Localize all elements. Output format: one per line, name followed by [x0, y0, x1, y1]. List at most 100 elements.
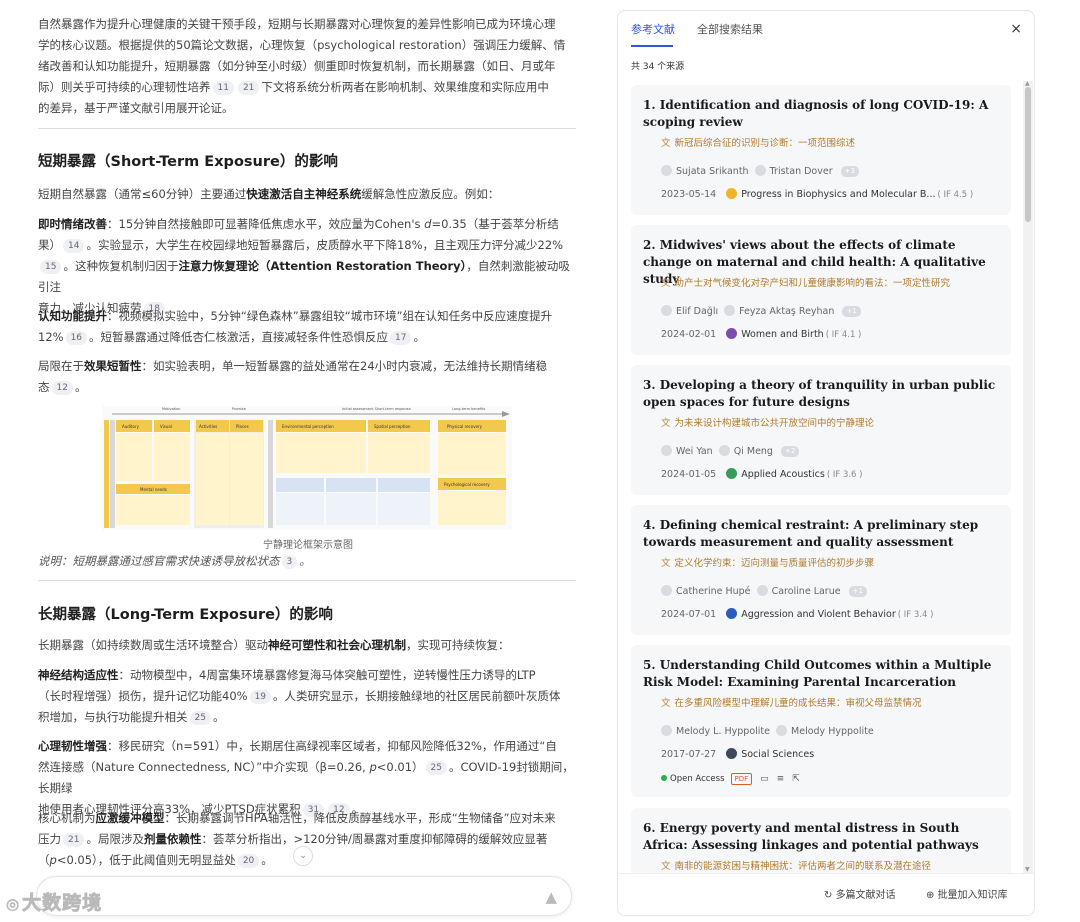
fig-header-promise: Promise	[232, 407, 246, 411]
author-name[interactable]: Caroline Larue	[772, 586, 841, 597]
author-name[interactable]: Catherine Hupé	[676, 586, 751, 597]
citation-badge[interactable]: 19	[249, 690, 272, 704]
reference-card[interactable]: 1. Identification and diagnosis of long …	[631, 85, 1011, 215]
journal-name[interactable]: Women and Birth	[741, 329, 824, 340]
citation-badge[interactable]: 20	[237, 854, 260, 868]
reference-meta: 2023-05-14 Progress in Biophysics and Mol…	[661, 188, 973, 200]
author-name[interactable]: Melody Hyppolite	[791, 726, 874, 737]
citation-badge[interactable]: 14	[63, 239, 85, 253]
framework-diagram: Motivation Promise Initial assessment Sh…	[102, 406, 512, 530]
reference-translation: 文南非的能源贫困与精神困扰：评估两者之间的联系及潜在途径	[661, 861, 932, 872]
reference-title[interactable]: 1. Identification and diagnosis of long …	[643, 97, 999, 131]
author-name[interactable]: Wei Yan	[676, 446, 713, 457]
answer-pane: 自然暴露作为提升心理健康的关键干预手段，短期与长期暴露对心理恢复的差异性影响已成…	[0, 0, 600, 922]
publish-date: 2024-01-05	[661, 469, 717, 480]
journal-name[interactable]: Social Sciences	[741, 749, 814, 760]
reference-title[interactable]: 5. Understanding Child Outcomes within a…	[643, 657, 999, 691]
author-avatar-icon	[661, 165, 672, 176]
translate-icon: 文	[661, 278, 671, 289]
open-access-dot-icon	[661, 775, 667, 781]
more-authors-badge[interactable]: +1	[848, 586, 867, 597]
short-lead: 短期自然暴露（通常≤60分钟）主要通过快速激活自主神经系统缓解急性应激反应。例如…	[38, 187, 500, 201]
citation-badge[interactable]: 17	[390, 331, 412, 345]
multi-doc-chat-button[interactable]: ↻ 多篇文献对话	[824, 886, 896, 906]
references-panel: 参考文献 全部搜索结果 × 共 34 个来源 1. Identification…	[617, 10, 1035, 916]
translate-icon: 文	[661, 138, 671, 149]
publish-date: 2024-07-01	[661, 609, 717, 620]
more-authors-badge[interactable]: +1	[842, 306, 861, 317]
author-avatar-icon	[661, 445, 672, 456]
scrollbar[interactable]: ▲ ▼	[1023, 80, 1033, 873]
impact-factor: ( IF 4.5 )	[937, 190, 974, 200]
author-name[interactable]: Elif Dağlı	[676, 306, 718, 317]
scrollbar-thumb[interactable]	[1025, 87, 1031, 222]
author-name[interactable]: Feyza Aktaş Reyhan	[739, 306, 834, 317]
figure-caption: 宁静理论框架示意图	[263, 540, 353, 551]
reference-meta: 2017-07-27 Social Sciences	[661, 748, 816, 760]
reference-card[interactable]: 5. Understanding Child Outcomes within a…	[631, 645, 1011, 797]
reference-card[interactable]: 2. Midwives' views about the effects of …	[631, 225, 1011, 355]
citation-badge[interactable]: 11	[212, 81, 234, 95]
journal-name[interactable]: Progress in Biophysics and Molecular B..…	[741, 189, 935, 200]
citation-badge[interactable]: 15	[40, 260, 62, 274]
journal-name[interactable]: Aggression and Violent Behavior	[741, 609, 896, 620]
author-name[interactable]: Tristan Dover	[770, 166, 833, 177]
cite-icon[interactable]: ≡	[777, 774, 785, 784]
publish-date: 2017-07-27	[661, 749, 717, 760]
add-to-knowledge-base-button[interactable]: ⊕ 批量加入知识库	[926, 886, 1008, 906]
chat-input[interactable]: ▲	[36, 876, 572, 916]
citation-badge[interactable]: 25	[189, 711, 211, 725]
reference-translation: 文定义化学约束：迈向测量与质量评估的初步步骤	[661, 558, 875, 569]
close-icon[interactable]: ×	[1010, 21, 1022, 37]
author-name[interactable]: Sujata Srikanth	[676, 166, 749, 177]
tab-references[interactable]: 参考文献	[631, 21, 675, 37]
fig-header-long: Long-term benefits	[452, 407, 485, 411]
reference-card[interactable]: 3. Developing a theory of tranquility in…	[631, 365, 1011, 495]
citation-badge[interactable]: 25	[425, 761, 447, 775]
reference-translation: 文为未来设计构建城市公共开放空间中的宁静理论	[661, 418, 875, 429]
watermark-logo-icon: ◎	[6, 895, 21, 914]
send-icon[interactable]: ▲	[545, 888, 557, 906]
panel-footer: ↻ 多篇文献对话 ⊕ 批量加入知识库	[618, 873, 1034, 915]
citation-badge[interactable]: 16	[65, 331, 88, 345]
reference-title[interactable]: 3. Developing a theory of tranquility in…	[643, 377, 999, 411]
author-name[interactable]: Qi Meng	[734, 446, 773, 457]
share-icon[interactable]: ⇱	[792, 774, 800, 784]
journal-icon	[726, 468, 738, 479]
scroll-up-arrow-icon[interactable]: ▲	[1025, 80, 1030, 87]
svg-text:Activities: Activities	[199, 424, 217, 429]
impact-factor: ( IF 3.6 )	[826, 470, 863, 480]
scroll-down-arrow-icon[interactable]: ▼	[1025, 866, 1030, 873]
author-name[interactable]: Melody L. Hyppolite	[676, 726, 770, 737]
translate-icon: 文	[661, 698, 671, 709]
pdf-badge[interactable]: PDF	[730, 773, 753, 785]
tab-all-results[interactable]: 全部搜索结果	[697, 21, 763, 37]
translate-icon: 文	[661, 861, 671, 872]
svg-text:Places: Places	[236, 424, 249, 429]
section-heading-short: 短期暴露（Short-Term Exposure）的影响	[38, 154, 338, 170]
reference-authors: Melody L. Hyppolite Melody Hyppolite	[661, 725, 880, 737]
author-avatar-icon	[776, 725, 788, 736]
active-tab-indicator	[631, 45, 673, 47]
read-icon[interactable]: ▭	[760, 774, 769, 784]
more-authors-badge[interactable]: +3	[840, 166, 859, 177]
reference-title[interactable]: 6. Energy poverty and mental distress in…	[643, 820, 999, 854]
reference-card[interactable]: 4. Defining chemical restraint: A prelim…	[631, 505, 1011, 635]
citation-badge[interactable]: 21	[63, 833, 85, 847]
scroll-down-button[interactable]: ⌄	[293, 846, 313, 866]
journal-name[interactable]: Applied Acoustics	[741, 469, 825, 480]
citation-badge[interactable]: 3	[281, 555, 298, 569]
svg-text:Spatial perception: Spatial perception	[374, 424, 411, 429]
citation-badge[interactable]: 21	[237, 81, 260, 95]
svg-text:Mental needs: Mental needs	[140, 487, 167, 492]
svg-text:Environmental perception: Environmental perception	[282, 424, 334, 429]
author-avatar-icon	[718, 445, 730, 456]
divider	[38, 128, 576, 129]
reference-title[interactable]: 4. Defining chemical restraint: A prelim…	[643, 517, 999, 551]
chevron-down-icon: ⌄	[299, 851, 307, 861]
reference-authors: Wei Yan Qi Meng +2	[661, 445, 800, 457]
reference-card[interactable]: 6. Energy poverty and mental distress in…	[631, 808, 1011, 878]
author-avatar-icon	[661, 725, 672, 736]
more-authors-badge[interactable]: +2	[781, 446, 800, 457]
citation-badge[interactable]: 12	[51, 381, 73, 395]
